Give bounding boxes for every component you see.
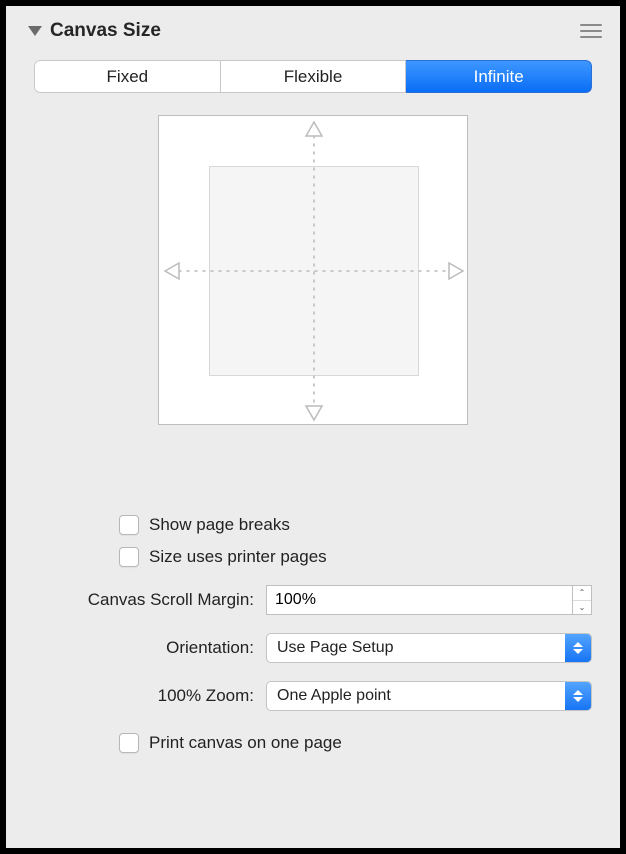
tab-fixed[interactable]: Fixed xyxy=(34,60,221,93)
header-left: Canvas Size xyxy=(28,20,161,42)
zoom-row: 100% Zoom: One Apple point xyxy=(34,681,592,711)
print-one-page-row: Print canvas on one page xyxy=(119,733,592,753)
tab-infinite[interactable]: Infinite xyxy=(406,60,592,93)
select-arrows-icon xyxy=(565,634,591,662)
canvas-size-panel: Canvas Size Fixed Flexible Infinite xyxy=(6,6,620,848)
zoom-select[interactable]: One Apple point xyxy=(266,681,592,711)
scroll-margin-input[interactable]: 100% xyxy=(266,585,572,615)
disclosure-triangle-icon[interactable] xyxy=(28,26,42,36)
show-page-breaks-row: Show page breaks xyxy=(119,515,592,535)
scroll-margin-row: Canvas Scroll Margin: 100% ⌃ ⌄ xyxy=(34,585,592,615)
zoom-value: One Apple point xyxy=(267,682,565,710)
scroll-margin-stepper-buttons: ⌃ ⌄ xyxy=(572,585,592,615)
stepper-up-icon[interactable]: ⌃ xyxy=(573,586,591,601)
tab-flexible[interactable]: Flexible xyxy=(221,60,407,93)
size-uses-printer-pages-label: Size uses printer pages xyxy=(149,547,327,567)
orientation-label: Orientation: xyxy=(34,638,266,658)
canvas-preview-arrows-icon xyxy=(159,116,469,426)
show-page-breaks-checkbox[interactable] xyxy=(119,515,139,535)
canvas-mode-segmented: Fixed Flexible Infinite xyxy=(34,60,592,93)
canvas-preview-wrap xyxy=(6,115,620,425)
size-uses-printer-pages-checkbox[interactable] xyxy=(119,547,139,567)
orientation-row: Orientation: Use Page Setup xyxy=(34,633,592,663)
panel-title: Canvas Size xyxy=(50,20,161,42)
scroll-margin-label: Canvas Scroll Margin: xyxy=(34,590,266,610)
zoom-label: 100% Zoom: xyxy=(34,686,266,706)
print-one-page-checkbox[interactable] xyxy=(119,733,139,753)
print-one-page-label: Print canvas on one page xyxy=(149,733,342,753)
orientation-select[interactable]: Use Page Setup xyxy=(266,633,592,663)
stepper-down-icon[interactable]: ⌄ xyxy=(573,601,591,615)
select-arrows-icon xyxy=(565,682,591,710)
size-uses-printer-pages-row: Size uses printer pages xyxy=(119,547,592,567)
show-page-breaks-label: Show page breaks xyxy=(149,515,290,535)
orientation-value: Use Page Setup xyxy=(267,634,565,662)
menu-icon[interactable] xyxy=(580,24,602,38)
scroll-margin-stepper: 100% ⌃ ⌄ xyxy=(266,585,592,615)
form-area: Show page breaks Size uses printer pages… xyxy=(6,515,620,753)
panel-header: Canvas Size xyxy=(6,16,620,52)
canvas-preview xyxy=(158,115,468,425)
